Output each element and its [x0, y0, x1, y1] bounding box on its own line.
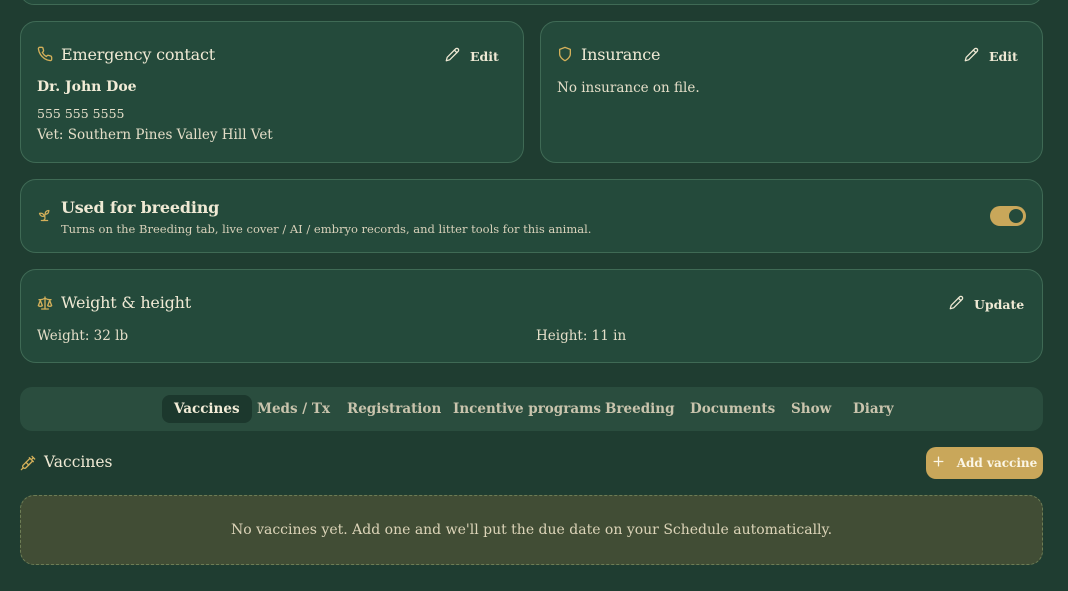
- vaccines-empty-state: No vaccines yet. Add one and we'll put t…: [20, 495, 1043, 565]
- pencil-icon: [949, 295, 964, 313]
- add-vaccine-label: Add vaccine: [956, 456, 1038, 470]
- edit-emergency-button[interactable]: Edit: [445, 47, 499, 65]
- tab-incentive-programs[interactable]: Incentive programs: [441, 395, 613, 423]
- vaccines-section-title: Vaccines: [44, 453, 113, 471]
- emergency-contact-title: Emergency contact: [61, 45, 215, 64]
- vaccines-empty-text: No vaccines yet. Add one and we'll put t…: [230, 522, 833, 538]
- contact-phone: 555 555 5555: [37, 106, 125, 121]
- add-vaccine-button[interactable]: Add vaccine: [926, 447, 1043, 479]
- insurance-empty-text: No insurance on file.: [557, 80, 700, 96]
- tab-vaccines[interactable]: Vaccines: [162, 395, 252, 423]
- edit-label: Edit: [470, 48, 499, 64]
- edit-insurance-button[interactable]: Edit: [964, 47, 1018, 65]
- phone-icon: [37, 46, 53, 62]
- tabs-bar: Vaccines Meds / Tx Registration Incentiv…: [20, 387, 1043, 431]
- scale-icon: [37, 295, 53, 311]
- previous-card: [20, 0, 1043, 5]
- syringe-icon: [20, 455, 36, 471]
- height-value: Height: 11 in: [536, 328, 627, 344]
- update-label: Update: [974, 296, 1025, 312]
- weight-height-card: Weight & height Update Weight: 32 lb Hei…: [20, 269, 1043, 363]
- tab-breeding[interactable]: Breeding: [593, 395, 687, 423]
- tab-show[interactable]: Show: [779, 395, 843, 423]
- contact-vet: Vet: Southern Pines Valley Hill Vet: [37, 127, 273, 143]
- insurance-title: Insurance: [581, 45, 661, 64]
- weight-value: Weight: 32 lb: [37, 328, 129, 344]
- update-measurements-button[interactable]: Update: [949, 295, 1024, 313]
- breeding-card: Used for breeding Turns on the Breeding …: [20, 179, 1043, 253]
- tab-diary[interactable]: Diary: [841, 395, 906, 423]
- tab-registration[interactable]: Registration: [335, 395, 453, 423]
- sprout-icon: [37, 208, 52, 223]
- shield-icon: [557, 46, 573, 62]
- pencil-icon: [964, 47, 979, 65]
- toggle-knob: [1009, 209, 1023, 223]
- breeding-toggle[interactable]: [990, 206, 1026, 226]
- tab-documents[interactable]: Documents: [678, 395, 787, 423]
- emergency-contact-card: Emergency contact Edit Dr. John Doe 555 …: [20, 21, 524, 163]
- insurance-card: Insurance Edit No insurance on file.: [540, 21, 1043, 163]
- edit-label: Edit: [989, 48, 1018, 64]
- breeding-description: Turns on the Breeding tab, live cover / …: [61, 222, 592, 236]
- plus-icon: [932, 455, 945, 471]
- weight-height-title: Weight & height: [61, 293, 191, 312]
- contact-name: Dr. John Doe: [37, 79, 137, 95]
- breeding-title: Used for breeding: [61, 198, 220, 217]
- pencil-icon: [445, 47, 460, 65]
- tab-meds-tx[interactable]: Meds / Tx: [245, 395, 342, 423]
